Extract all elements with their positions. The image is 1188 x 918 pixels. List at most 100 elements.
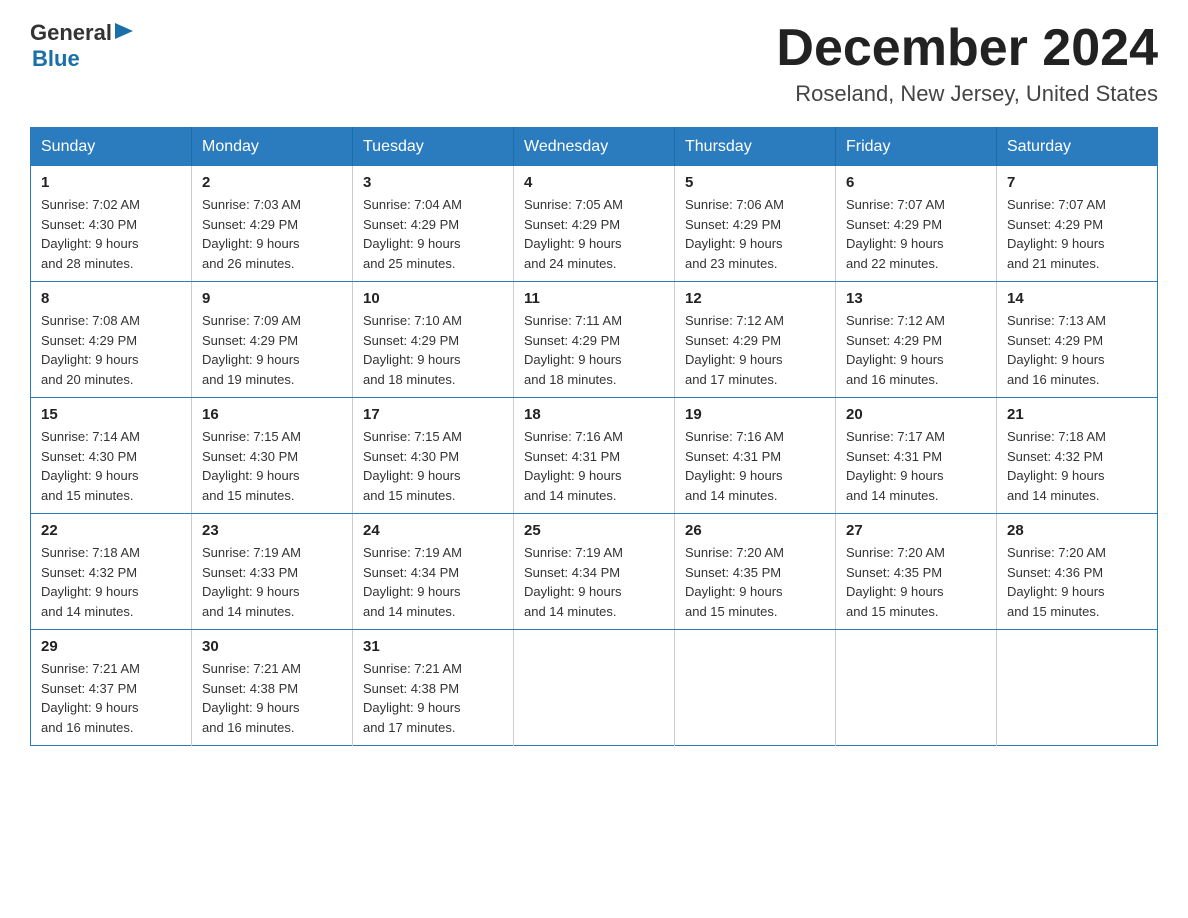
calendar-cell <box>675 630 836 746</box>
day-number: 26 <box>685 522 825 539</box>
day-number: 29 <box>41 638 181 655</box>
day-number: 31 <box>363 638 503 655</box>
day-number: 7 <box>1007 174 1147 191</box>
calendar-cell: 24 Sunrise: 7:19 AMSunset: 4:34 PMDaylig… <box>353 514 514 630</box>
day-number: 15 <box>41 406 181 423</box>
calendar-cell: 22 Sunrise: 7:18 AMSunset: 4:32 PMDaylig… <box>31 514 192 630</box>
day-number: 16 <box>202 406 342 423</box>
weekday-header-friday: Friday <box>836 128 997 167</box>
calendar-cell <box>836 630 997 746</box>
weekday-header-wednesday: Wednesday <box>514 128 675 167</box>
day-info: Sunrise: 7:19 AMSunset: 4:34 PMDaylight:… <box>363 545 462 619</box>
calendar-cell: 14 Sunrise: 7:13 AMSunset: 4:29 PMDaylig… <box>997 282 1158 398</box>
month-year-title: December 2024 <box>776 20 1158 77</box>
day-info: Sunrise: 7:12 AMSunset: 4:29 PMDaylight:… <box>685 313 784 387</box>
calendar-cell: 18 Sunrise: 7:16 AMSunset: 4:31 PMDaylig… <box>514 398 675 514</box>
calendar-table: SundayMondayTuesdayWednesdayThursdayFrid… <box>30 127 1158 746</box>
day-number: 30 <box>202 638 342 655</box>
day-number: 12 <box>685 290 825 307</box>
title-section: December 2024 Roseland, New Jersey, Unit… <box>776 20 1158 107</box>
weekday-header-monday: Monday <box>192 128 353 167</box>
day-info: Sunrise: 7:16 AMSunset: 4:31 PMDaylight:… <box>685 429 784 503</box>
calendar-cell: 19 Sunrise: 7:16 AMSunset: 4:31 PMDaylig… <box>675 398 836 514</box>
calendar-cell: 9 Sunrise: 7:09 AMSunset: 4:29 PMDayligh… <box>192 282 353 398</box>
calendar-cell: 3 Sunrise: 7:04 AMSunset: 4:29 PMDayligh… <box>353 166 514 282</box>
calendar-cell: 12 Sunrise: 7:12 AMSunset: 4:29 PMDaylig… <box>675 282 836 398</box>
day-info: Sunrise: 7:19 AMSunset: 4:33 PMDaylight:… <box>202 545 301 619</box>
day-info: Sunrise: 7:18 AMSunset: 4:32 PMDaylight:… <box>41 545 140 619</box>
day-number: 24 <box>363 522 503 539</box>
calendar-cell: 28 Sunrise: 7:20 AMSunset: 4:36 PMDaylig… <box>997 514 1158 630</box>
day-number: 22 <box>41 522 181 539</box>
day-info: Sunrise: 7:14 AMSunset: 4:30 PMDaylight:… <box>41 429 140 503</box>
calendar-cell: 15 Sunrise: 7:14 AMSunset: 4:30 PMDaylig… <box>31 398 192 514</box>
day-info: Sunrise: 7:21 AMSunset: 4:37 PMDaylight:… <box>41 661 140 735</box>
day-number: 6 <box>846 174 986 191</box>
page-header: General Blue December 2024 Roseland, New… <box>30 20 1158 107</box>
day-info: Sunrise: 7:10 AMSunset: 4:29 PMDaylight:… <box>363 313 462 387</box>
day-number: 5 <box>685 174 825 191</box>
location-subtitle: Roseland, New Jersey, United States <box>776 81 1158 107</box>
calendar-week-1: 1 Sunrise: 7:02 AMSunset: 4:30 PMDayligh… <box>31 166 1158 282</box>
day-info: Sunrise: 7:21 AMSunset: 4:38 PMDaylight:… <box>202 661 301 735</box>
day-number: 28 <box>1007 522 1147 539</box>
day-number: 11 <box>524 290 664 307</box>
calendar-week-4: 22 Sunrise: 7:18 AMSunset: 4:32 PMDaylig… <box>31 514 1158 630</box>
day-number: 2 <box>202 174 342 191</box>
calendar-cell: 30 Sunrise: 7:21 AMSunset: 4:38 PMDaylig… <box>192 630 353 746</box>
calendar-cell: 21 Sunrise: 7:18 AMSunset: 4:32 PMDaylig… <box>997 398 1158 514</box>
day-number: 20 <box>846 406 986 423</box>
calendar-cell: 1 Sunrise: 7:02 AMSunset: 4:30 PMDayligh… <box>31 166 192 282</box>
day-info: Sunrise: 7:18 AMSunset: 4:32 PMDaylight:… <box>1007 429 1106 503</box>
calendar-cell: 29 Sunrise: 7:21 AMSunset: 4:37 PMDaylig… <box>31 630 192 746</box>
calendar-cell <box>997 630 1158 746</box>
calendar-cell: 7 Sunrise: 7:07 AMSunset: 4:29 PMDayligh… <box>997 166 1158 282</box>
calendar-cell: 17 Sunrise: 7:15 AMSunset: 4:30 PMDaylig… <box>353 398 514 514</box>
day-number: 10 <box>363 290 503 307</box>
calendar-cell: 8 Sunrise: 7:08 AMSunset: 4:29 PMDayligh… <box>31 282 192 398</box>
day-info: Sunrise: 7:07 AMSunset: 4:29 PMDaylight:… <box>846 197 945 271</box>
day-info: Sunrise: 7:17 AMSunset: 4:31 PMDaylight:… <box>846 429 945 503</box>
calendar-cell <box>514 630 675 746</box>
calendar-cell: 11 Sunrise: 7:11 AMSunset: 4:29 PMDaylig… <box>514 282 675 398</box>
logo-blue-text: Blue <box>32 46 80 71</box>
calendar-cell: 6 Sunrise: 7:07 AMSunset: 4:29 PMDayligh… <box>836 166 997 282</box>
day-number: 19 <box>685 406 825 423</box>
weekday-header-row: SundayMondayTuesdayWednesdayThursdayFrid… <box>31 128 1158 167</box>
calendar-cell: 31 Sunrise: 7:21 AMSunset: 4:38 PMDaylig… <box>353 630 514 746</box>
day-number: 14 <box>1007 290 1147 307</box>
day-number: 21 <box>1007 406 1147 423</box>
calendar-cell: 2 Sunrise: 7:03 AMSunset: 4:29 PMDayligh… <box>192 166 353 282</box>
calendar-cell: 27 Sunrise: 7:20 AMSunset: 4:35 PMDaylig… <box>836 514 997 630</box>
day-number: 27 <box>846 522 986 539</box>
day-info: Sunrise: 7:20 AMSunset: 4:35 PMDaylight:… <box>846 545 945 619</box>
weekday-header-thursday: Thursday <box>675 128 836 167</box>
weekday-header-saturday: Saturday <box>997 128 1158 167</box>
weekday-header-sunday: Sunday <box>31 128 192 167</box>
calendar-cell: 5 Sunrise: 7:06 AMSunset: 4:29 PMDayligh… <box>675 166 836 282</box>
day-number: 1 <box>41 174 181 191</box>
day-number: 17 <box>363 406 503 423</box>
day-number: 25 <box>524 522 664 539</box>
calendar-cell: 23 Sunrise: 7:19 AMSunset: 4:33 PMDaylig… <box>192 514 353 630</box>
calendar-week-3: 15 Sunrise: 7:14 AMSunset: 4:30 PMDaylig… <box>31 398 1158 514</box>
calendar-cell: 20 Sunrise: 7:17 AMSunset: 4:31 PMDaylig… <box>836 398 997 514</box>
day-info: Sunrise: 7:09 AMSunset: 4:29 PMDaylight:… <box>202 313 301 387</box>
day-info: Sunrise: 7:21 AMSunset: 4:38 PMDaylight:… <box>363 661 462 735</box>
calendar-cell: 16 Sunrise: 7:15 AMSunset: 4:30 PMDaylig… <box>192 398 353 514</box>
calendar-week-5: 29 Sunrise: 7:21 AMSunset: 4:37 PMDaylig… <box>31 630 1158 746</box>
day-info: Sunrise: 7:03 AMSunset: 4:29 PMDaylight:… <box>202 197 301 271</box>
day-info: Sunrise: 7:11 AMSunset: 4:29 PMDaylight:… <box>524 313 622 387</box>
calendar-cell: 4 Sunrise: 7:05 AMSunset: 4:29 PMDayligh… <box>514 166 675 282</box>
logo-general-text: General <box>30 20 112 46</box>
calendar-cell: 25 Sunrise: 7:19 AMSunset: 4:34 PMDaylig… <box>514 514 675 630</box>
day-number: 18 <box>524 406 664 423</box>
day-number: 13 <box>846 290 986 307</box>
day-info: Sunrise: 7:19 AMSunset: 4:34 PMDaylight:… <box>524 545 623 619</box>
calendar-cell: 26 Sunrise: 7:20 AMSunset: 4:35 PMDaylig… <box>675 514 836 630</box>
day-number: 4 <box>524 174 664 191</box>
day-number: 3 <box>363 174 503 191</box>
day-info: Sunrise: 7:16 AMSunset: 4:31 PMDaylight:… <box>524 429 623 503</box>
calendar-cell: 13 Sunrise: 7:12 AMSunset: 4:29 PMDaylig… <box>836 282 997 398</box>
logo-arrow-icon <box>115 21 133 46</box>
